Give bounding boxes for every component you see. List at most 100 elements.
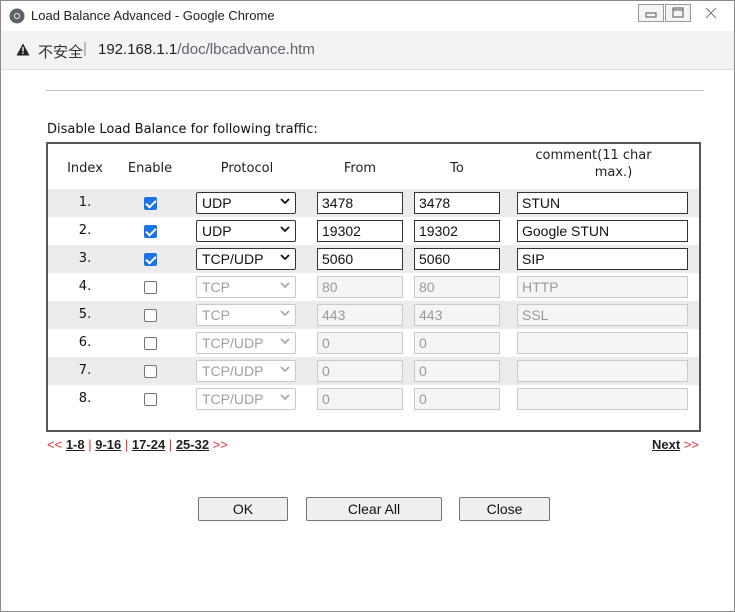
table-row: 8. TCP/UDP 0 0 <box>48 385 699 413</box>
protocol-select[interactable]: UDP <box>196 220 296 242</box>
enable-checkbox[interactable] <box>144 365 157 378</box>
maximize-button[interactable] <box>665 4 691 22</box>
from-port-input[interactable]: 80 <box>317 276 403 298</box>
close-button[interactable]: Close <box>459 497 550 521</box>
from-port-input[interactable]: 0 <box>317 360 403 382</box>
page-separator: | <box>124 437 129 452</box>
minimize-button[interactable] <box>638 4 664 22</box>
enable-checkbox[interactable] <box>144 281 157 294</box>
to-port-input[interactable]: 80 <box>414 276 500 298</box>
protocol-value: TCP/UDP <box>202 363 264 379</box>
protocol-select[interactable]: TCP <box>196 276 296 298</box>
divider <box>46 90 704 91</box>
traffic-table: Index Enable Protocol From To comment(11… <box>46 142 701 432</box>
protocol-select[interactable]: UDP <box>196 192 296 214</box>
window-title: Load Balance Advanced - Google Chrome <box>31 8 275 23</box>
protocol-value: TCP/UDP <box>202 391 264 407</box>
to-port-input[interactable]: 0 <box>414 388 500 410</box>
close-window-button[interactable] <box>694 4 728 22</box>
comment-input[interactable]: Google STUN <box>517 220 688 242</box>
comment-input[interactable] <box>517 332 688 354</box>
ok-button[interactable]: OK <box>198 497 288 521</box>
page-separator: | <box>88 437 92 452</box>
security-label[interactable]: 不安全 <box>38 41 83 62</box>
to-port-input[interactable]: 19302 <box>414 220 500 242</box>
next-arrows-left: >> <box>212 437 228 452</box>
comment-input[interactable]: SIP <box>517 248 688 270</box>
table-row: 1. UDP 3478 3478 STUN <box>48 189 699 217</box>
protocol-select[interactable]: TCP/UDP <box>196 360 296 382</box>
enable-checkbox[interactable] <box>144 197 157 210</box>
page-link-9-16[interactable]: 9-16 <box>95 437 121 452</box>
comment-input[interactable]: STUN <box>517 192 688 214</box>
chevron-down-icon <box>280 226 290 233</box>
column-header-from: From <box>343 161 377 176</box>
row-index: 2. <box>78 223 92 238</box>
table-row: 6. TCP/UDP 0 0 <box>48 329 699 357</box>
protocol-value: TCP/UDP <box>202 335 264 351</box>
from-port-input[interactable]: 19302 <box>317 220 403 242</box>
comment-input[interactable]: SSL <box>517 304 688 326</box>
to-port-input[interactable]: 0 <box>414 332 500 354</box>
next-page: Next >> <box>652 437 699 452</box>
chevron-down-icon <box>280 310 290 317</box>
protocol-select[interactable]: TCP <box>196 304 296 326</box>
from-port-input[interactable]: 0 <box>317 388 403 410</box>
enable-checkbox[interactable] <box>144 225 157 238</box>
column-header-to: To <box>450 161 464 176</box>
to-port-input[interactable]: 0 <box>414 360 500 382</box>
enable-checkbox[interactable] <box>144 253 157 266</box>
protocol-value: TCP/UDP <box>202 251 264 267</box>
to-port-input[interactable]: 443 <box>414 304 500 326</box>
minimize-icon <box>645 12 657 18</box>
browser-window: Load Balance Advanced - Google Chrome 不安… <box>0 0 735 612</box>
page-link-1-8[interactable]: 1-8 <box>66 437 85 452</box>
row-index: 4. <box>78 279 92 294</box>
chevron-down-icon <box>280 254 290 261</box>
chevron-down-icon <box>280 338 290 345</box>
row-index: 5. <box>78 307 92 322</box>
next-arrows: >> <box>683 437 699 452</box>
chevron-down-icon <box>280 394 290 401</box>
from-port-input[interactable]: 3478 <box>317 192 403 214</box>
table-row: 4. TCP 80 80 HTTP <box>48 273 699 301</box>
maximize-icon <box>672 7 684 18</box>
column-header-index: Index <box>67 161 103 176</box>
column-header-comment: comment(11 char max.) <box>508 147 679 181</box>
chevron-down-icon <box>280 366 290 373</box>
url-text[interactable]: 192.168.1.1/doc/lbcadvance.htm <box>98 41 315 58</box>
title-bar: Load Balance Advanced - Google Chrome <box>1 1 734 31</box>
protocol-select[interactable]: TCP/UDP <box>196 388 296 410</box>
url-host: 192.168.1.1 <box>98 41 178 58</box>
column-header-comment-line1: comment(11 char <box>535 148 652 163</box>
address-separator: | <box>83 40 87 57</box>
to-port-input[interactable]: 5060 <box>414 248 500 270</box>
address-bar[interactable]: 不安全 | 192.168.1.1/doc/lbcadvance.htm <box>1 31 734 70</box>
prev-arrows: << <box>47 437 63 452</box>
page-link-25-32[interactable]: 25-32 <box>176 437 209 452</box>
from-port-input[interactable]: 5060 <box>317 248 403 270</box>
to-port-input[interactable]: 3478 <box>414 192 500 214</box>
clear-all-button[interactable]: Clear All <box>306 497 442 521</box>
enable-checkbox[interactable] <box>144 337 157 350</box>
comment-input[interactable]: HTTP <box>517 276 688 298</box>
pagination: << 1-8 | 9-16 | 17-24 | 25-32 >> <box>47 437 228 452</box>
next-link[interactable]: Next <box>652 437 680 452</box>
table-row: 3. TCP/UDP 5060 5060 SIP <box>48 245 699 273</box>
comment-input[interactable] <box>517 388 688 410</box>
protocol-select[interactable]: TCP/UDP <box>196 248 296 270</box>
from-port-input[interactable]: 443 <box>317 304 403 326</box>
protocol-value: UDP <box>202 195 232 211</box>
url-path: /doc/lbcadvance.htm <box>177 41 315 58</box>
from-port-input[interactable]: 0 <box>317 332 403 354</box>
row-index: 1. <box>78 195 92 210</box>
enable-checkbox[interactable] <box>144 309 157 322</box>
row-index: 7. <box>78 363 92 378</box>
row-index: 6. <box>78 335 92 350</box>
page-heading: Disable Load Balance for following traff… <box>47 122 318 137</box>
column-header-comment-line2: max.) <box>594 165 633 180</box>
protocol-select[interactable]: TCP/UDP <box>196 332 296 354</box>
comment-input[interactable] <box>517 360 688 382</box>
page-link-17-24[interactable]: 17-24 <box>132 437 165 452</box>
enable-checkbox[interactable] <box>144 393 157 406</box>
